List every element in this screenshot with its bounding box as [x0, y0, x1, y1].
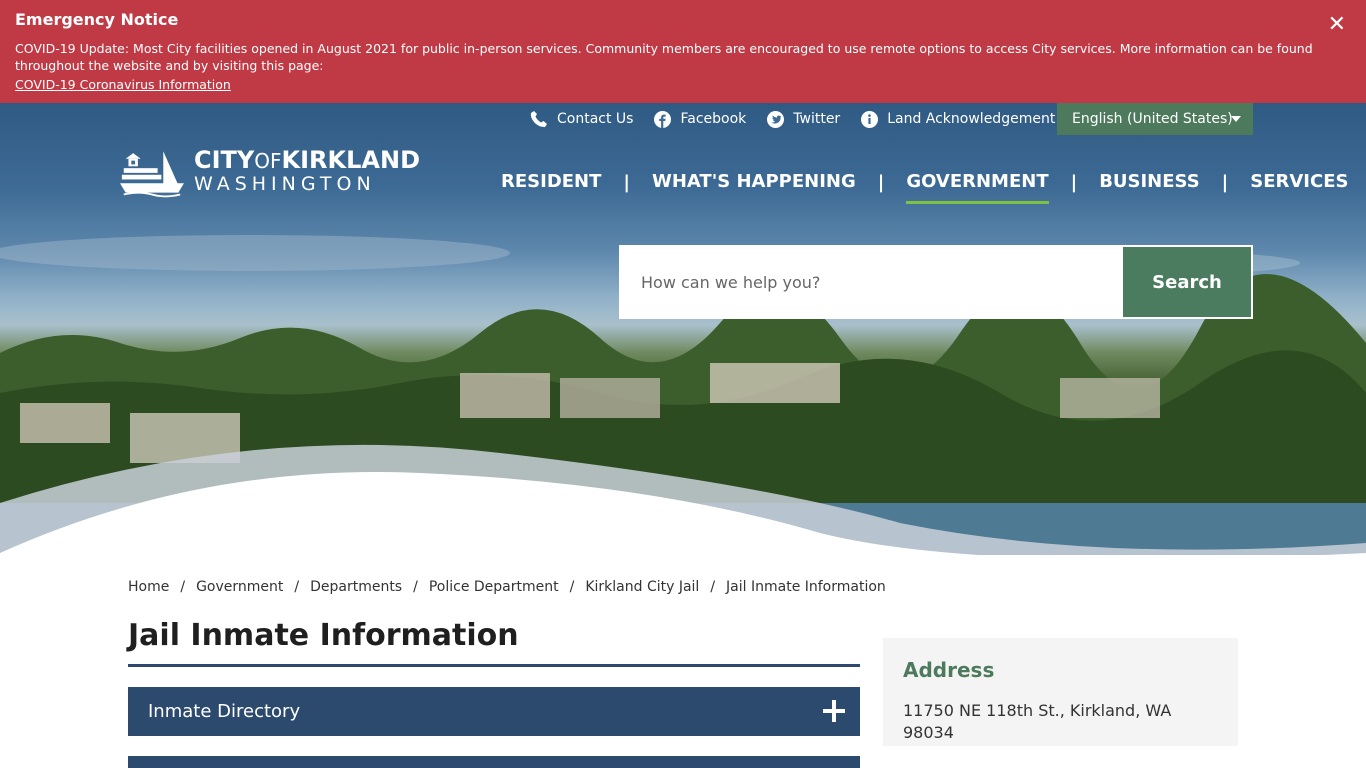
nav-separator: | [877, 171, 885, 193]
breadcrumb-home[interactable]: Home [128, 579, 169, 595]
accordion-item[interactable] [128, 756, 860, 768]
site-search: Search [619, 245, 1253, 319]
close-icon[interactable]: ✕ [1328, 14, 1346, 36]
language-select[interactable]: English (United States) [1057, 103, 1253, 135]
emergency-title: Emergency Notice [15, 10, 179, 29]
logo-kirkland: KIRKLAND [281, 146, 420, 174]
caret-down-icon [1231, 116, 1241, 122]
breadcrumb-separator: / [569, 579, 575, 595]
search-button[interactable]: Search [1121, 245, 1253, 319]
nav-separator: | [623, 171, 630, 193]
address-text: 11750 NE 118th St., Kirkland, WA 98034 [903, 701, 1172, 742]
facebook-icon [653, 110, 671, 128]
emergency-banner: Emergency Notice COVID-19 Update: Most C… [0, 0, 1366, 103]
breadcrumb-government[interactable]: Government [196, 579, 283, 595]
twitter-link[interactable]: Twitter [766, 110, 840, 128]
accordion-label: Inmate Directory [148, 701, 301, 722]
land-acknowledgement-link[interactable]: Land Acknowledgement [860, 110, 1055, 128]
language-selected: English (United States) [1072, 111, 1233, 127]
nav-business[interactable]: BUSINESS [1099, 168, 1199, 196]
breadcrumb-current: Jail Inmate Information [726, 579, 886, 595]
logo-city: CITY [193, 146, 255, 174]
logo-title: CITYOFKIRKLAND [194, 147, 420, 174]
contact-us-label: Contact Us [557, 111, 634, 127]
utility-nav: Contact Us Facebook Twitter Land Acknowl… [530, 103, 1075, 135]
search-input[interactable] [619, 245, 1121, 319]
logo-of: OF [254, 149, 282, 173]
nav-separator: | [1070, 171, 1078, 193]
city-logo[interactable]: CITYOFKIRKLAND WASHINGTON [120, 143, 420, 198]
nav-separator: | [1221, 171, 1229, 193]
covid-info-link[interactable]: COVID-19 Coronavirus Information [15, 76, 231, 93]
breadcrumb: Home / Government / Departments / Police… [128, 579, 886, 595]
twitter-icon [766, 110, 784, 128]
nav-resident[interactable]: RESIDENT [501, 168, 601, 196]
logo-subtitle: WASHINGTON [193, 173, 376, 195]
ferry-boat-icon [120, 150, 184, 197]
emergency-message: COVID-19 Update: Most City facilities op… [15, 41, 1313, 73]
contact-us-link[interactable]: Contact Us [530, 110, 633, 128]
nav-whats-happening[interactable]: WHAT'S HAPPENING [652, 168, 856, 196]
facebook-link[interactable]: Facebook [653, 110, 746, 128]
main-nav: RESIDENT | WHAT'S HAPPENING | GOVERNMENT… [501, 168, 1348, 204]
twitter-label: Twitter [793, 111, 841, 127]
accordion-inmate-directory[interactable]: Inmate Directory [128, 687, 860, 736]
phone-icon [530, 110, 548, 128]
info-icon [860, 110, 878, 128]
facebook-label: Facebook [680, 111, 747, 127]
address-title: Address [903, 658, 995, 682]
address-card: Address 11750 NE 118th St., Kirkland, WA… [883, 638, 1238, 746]
breadcrumb-departments[interactable]: Departments [310, 579, 402, 595]
breadcrumb-separator: / [710, 579, 716, 595]
breadcrumb-kirkland-city-jail[interactable]: Kirkland City Jail [585, 579, 699, 595]
land-acknowledgement-label: Land Acknowledgement [887, 111, 1056, 127]
breadcrumb-separator: / [180, 579, 186, 595]
nav-services[interactable]: SERVICES [1250, 168, 1348, 196]
plus-icon [823, 700, 845, 722]
breadcrumb-police-department[interactable]: Police Department [429, 579, 559, 595]
breadcrumb-separator: / [413, 579, 418, 595]
nav-government[interactable]: GOVERNMENT [906, 168, 1049, 204]
page-title: Jail Inmate Information [128, 616, 860, 667]
breadcrumb-separator: / [294, 579, 300, 595]
